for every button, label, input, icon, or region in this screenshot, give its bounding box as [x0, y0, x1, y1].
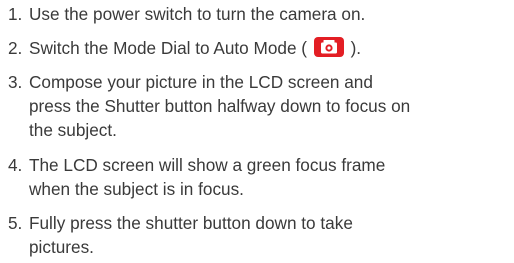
step-line: press the Shutter button halfway down to… — [29, 96, 411, 116]
step-text-after-icon: ). — [350, 38, 362, 58]
step-text: Switch the Mode Dial to Auto Mode ( ). — [29, 36, 513, 60]
step-number: 1. — [8, 4, 23, 24]
step-text: Compose your picture in the LCD screen a… — [29, 70, 513, 142]
step-line: The LCD screen will show a green focus f… — [29, 155, 386, 175]
step-text-before-icon: Switch the Mode Dial to Auto Mode ( — [29, 38, 308, 58]
step-number: 3. — [8, 72, 23, 92]
step-text: Fully press the shutter button down to t… — [29, 211, 513, 259]
step-text: The LCD screen will show a green focus f… — [29, 153, 513, 201]
step-text: Use the power switch to turn the camera … — [29, 2, 513, 26]
camera-icon — [313, 37, 344, 57]
step-line: when the subject is in focus. — [29, 179, 244, 199]
step-line: Fully press the shutter button down to t… — [29, 213, 353, 233]
step-line: Compose your picture in the LCD screen a… — [29, 72, 373, 92]
step-number: 2. — [8, 38, 23, 58]
step-line: pictures. — [29, 237, 94, 257]
step-number: 4. — [8, 155, 23, 175]
step-number: 5. — [8, 213, 23, 233]
step-line: Use the power switch to turn the camera … — [29, 4, 366, 24]
step-line: the subject. — [29, 120, 117, 140]
